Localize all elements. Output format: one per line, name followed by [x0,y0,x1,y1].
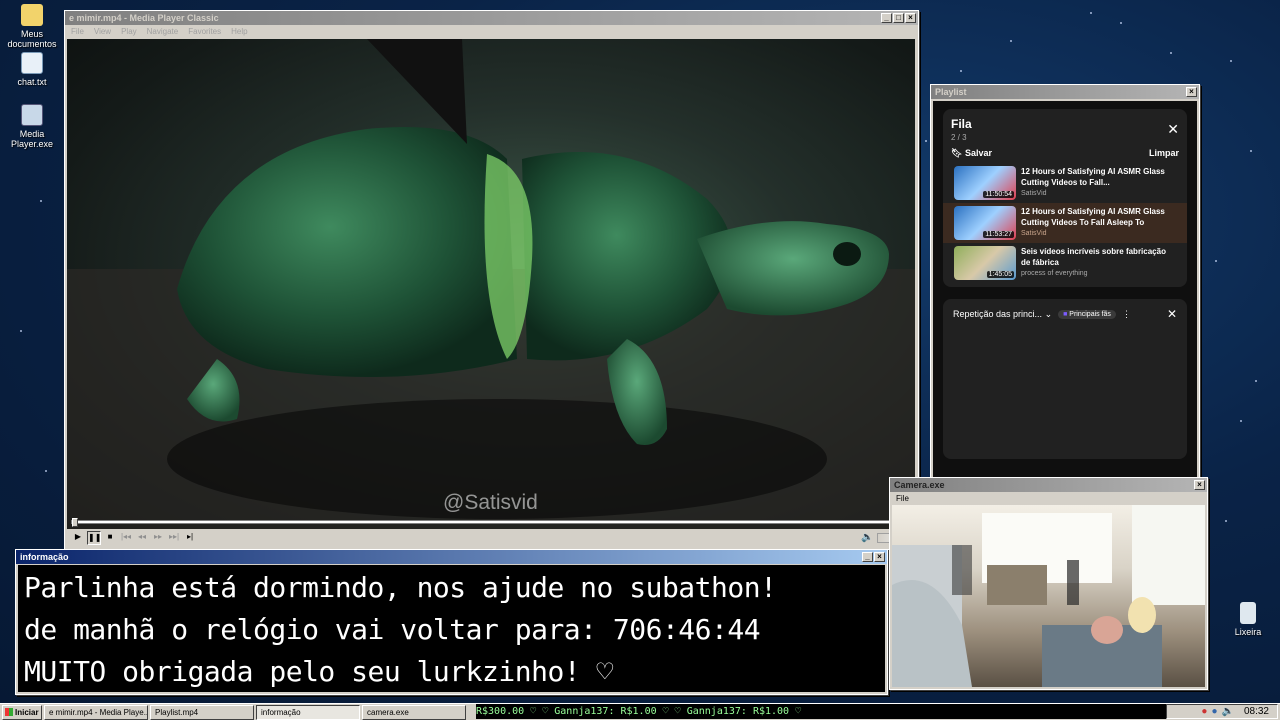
rewind-button[interactable]: ◂◂ [135,531,149,545]
info-close-button[interactable]: × [874,552,885,562]
video-turtle-illustration [67,39,915,529]
live-chat-card: Repetição das princi... ⌄ Principais fãs… [943,299,1187,459]
menu-favorites[interactable]: Favorites [188,27,221,36]
info-line: Parlinha está dormindo, nos ajude no sub… [24,571,777,604]
queue-item[interactable]: 11:50:54 12 Hours of Satisfying AI ASMR … [951,163,1179,203]
donation-ticker: R$300.00 ♡ ♡ Gannja137: R$1.00 ♡ ♡ Gannj… [476,704,1166,719]
menu-help[interactable]: Help [231,27,247,36]
youtube-queue-panel: Fila 2 / 3 ✕ 🔖︎ Salvar Limpar 11:50:54 1… [933,101,1197,481]
media-player-menubar: File View Play Navigate Favorites Help [65,25,918,38]
chat-mode-dropdown[interactable]: Repetição das princi... ⌄ [953,309,1052,320]
camera-menu-file[interactable]: File [896,494,909,503]
chat-close-icon[interactable]: ✕ [1167,307,1177,321]
playlist-titlebar[interactable]: Playlist × [931,85,1199,99]
camera-window[interactable]: Camera.exe × File [889,477,1208,690]
taskbar-item-camera[interactable]: camera.exe [362,704,466,720]
info-message: Parlinha está dormindo, nos ajude no sub… [18,565,885,692]
tray-icon[interactable]: ● [1211,706,1217,717]
recycle-bin-icon [1240,602,1256,624]
queue-card: Fila 2 / 3 ✕ 🔖︎ Salvar Limpar 11:50:54 1… [943,109,1187,287]
media-player-title: e mimir.mp4 - Media Player Classic [69,13,219,23]
desktop-icon-recycle-bin[interactable]: Lixeira [1214,602,1280,637]
seek-bar[interactable] [71,518,911,527]
start-button[interactable]: Iniciar [2,704,42,720]
webcam-room-scene [892,505,1205,687]
camera-close-button[interactable]: × [1194,480,1205,490]
clock[interactable]: 08:32 [1244,706,1269,717]
system-tray: ● ● 🔈 08:32 [1166,704,1278,719]
folder-icon [21,4,43,26]
media-player-titlebar[interactable]: e mimir.mp4 - Media Player Classic _ □ × [65,11,918,25]
frame-step-button[interactable]: ▸| [183,531,197,545]
speaker-icon[interactable]: 🔈 [861,532,873,543]
more-options-icon[interactable]: ⋮ [1122,309,1131,320]
menu-navigate[interactable]: Navigate [147,27,179,36]
info-line: MUITO obrigada pelo seu lurkzinho! ♡ [24,655,613,688]
pause-button[interactable]: ❚❚ [87,531,101,545]
volume-tray-icon[interactable]: 🔈 [1222,706,1234,717]
fast-forward-button[interactable]: ▸▸ [151,531,165,545]
menu-file[interactable]: File [71,27,84,36]
text-file-icon [21,52,43,74]
desktop-icon-my-documents[interactable]: Meus documentos [0,4,66,49]
chevron-down-icon: ⌄ [1044,308,1053,319]
close-button[interactable]: × [905,13,916,23]
desktop-icon-chat-txt[interactable]: chat.txt [0,52,66,87]
maximize-button[interactable]: □ [893,13,904,23]
playlist-window-title: Playlist [935,87,967,97]
camera-titlebar[interactable]: Camera.exe × [890,478,1207,492]
info-window-title: informação [20,552,69,562]
tray-icon[interactable]: ● [1201,706,1207,717]
playlist-close-button[interactable]: × [1186,87,1197,97]
video-watermark: @Satisvid [443,491,538,514]
taskbar-item-info[interactable]: informação [256,704,360,720]
menu-play[interactable]: Play [121,27,137,36]
media-player-window[interactable]: e mimir.mp4 - Media Player Classic _ □ ×… [64,10,919,550]
queue-item[interactable]: 1:45:05 Seis vídeos incríveis sobre fabr… [951,243,1179,283]
media-player-icon [21,104,43,126]
play-button[interactable]: ▶ [71,531,85,545]
bookmark-icon: 🔖︎ [951,148,965,158]
video-thumbnail: 11:53:27 [954,206,1016,240]
video-frame[interactable]: @Satisvid [67,39,915,529]
previous-button[interactable]: |◂◂ [119,531,133,545]
camera-menubar: File [890,492,1207,505]
queue-item-now-playing[interactable]: 11:53:27 12 Hours of Satisfying AI ASMR … [943,203,1187,243]
info-minimize-button[interactable]: _ [862,552,873,562]
video-thumbnail: 11:50:54 [954,166,1016,200]
taskbar: Iniciar e mimir.mp4 - Media Playe... Pla… [0,703,1280,720]
video-thumbnail: 1:45:05 [954,246,1016,280]
queue-close-icon[interactable]: ✕ [1167,121,1179,138]
menu-view[interactable]: View [94,27,111,36]
taskbar-item-media-player[interactable]: e mimir.mp4 - Media Playe... [44,704,148,720]
taskbar-item-playlist[interactable]: Playlist.mp4 [150,704,254,720]
webcam-feed [892,505,1205,687]
info-titlebar[interactable]: informação _ × [16,550,887,564]
playback-controls: ▶ ❚❚ ■ |◂◂ ◂◂ ▸▸ ▸▸| ▸| [71,531,197,545]
next-button[interactable]: ▸▸| [167,531,181,545]
desktop-icon-media-player[interactable]: Media Player.exe [0,104,66,149]
windows-logo-icon [5,708,13,716]
minimize-button[interactable]: _ [881,13,892,23]
stop-button[interactable]: ■ [103,531,117,545]
info-line: de manhã o relógio vai voltar para: 706:… [24,613,761,646]
playlist-window[interactable]: Playlist × Fila 2 / 3 ✕ 🔖︎ Salvar Limpar… [930,84,1200,484]
clear-button[interactable]: Limpar [1149,148,1179,159]
info-window[interactable]: informação _ × Parlinha está dormindo, n… [15,549,888,695]
save-button[interactable]: 🔖︎ Salvar [951,148,992,159]
camera-window-title: Camera.exe [894,480,945,490]
top-fans-badge[interactable]: Principais fãs [1058,309,1116,319]
queue-count: 2 / 3 [951,133,967,142]
seek-thumb[interactable] [72,518,78,527]
queue-title: Fila [951,117,972,131]
